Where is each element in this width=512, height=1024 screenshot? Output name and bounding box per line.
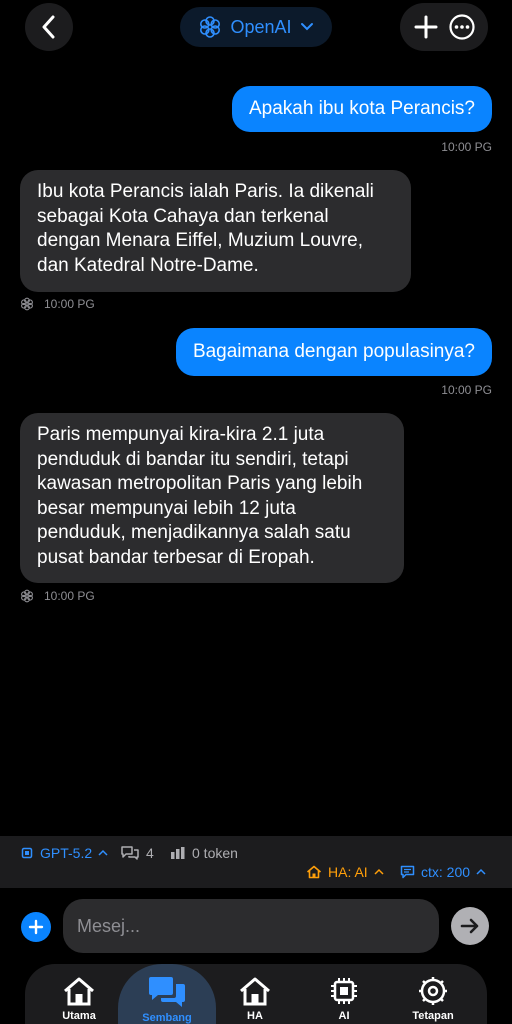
chat-bubbles-icon: [121, 846, 139, 860]
chevron-up-icon: [374, 868, 384, 875]
send-button[interactable]: [451, 907, 489, 945]
message-text: Apakah ibu kota Perancis?: [248, 97, 475, 119]
tab-bar: Utama Sembang HA AI Tetapan: [25, 964, 487, 1024]
openai-logo-icon: [21, 589, 33, 603]
chevron-down-icon: [300, 23, 313, 31]
chip-icon: [331, 978, 357, 1004]
message-line: dengan Menara Eiffel, Muzium Louvre,: [37, 230, 363, 251]
openai-logo-icon: [21, 297, 33, 311]
token-count: 0 token: [170, 845, 238, 861]
arrow-right-icon: [460, 918, 479, 934]
tab-utama[interactable]: Utama: [39, 964, 119, 1024]
chevron-up-icon: [98, 849, 108, 856]
message-line: sebagai Kota Cahaya dan terkenal: [37, 205, 329, 227]
message-line: besar mempunyai lebih 12 juta: [37, 497, 296, 519]
ctx-value: ctx: 200: [421, 864, 471, 880]
message-meta: 10:00 PG: [20, 297, 95, 311]
message-time: 10:00 PG: [44, 297, 95, 311]
tab-label: Tetapan: [412, 1010, 454, 1022]
context-status[interactable]: ctx: 200: [400, 864, 486, 880]
chat-count-value: 4: [146, 845, 154, 861]
message-input[interactable]: [63, 899, 439, 953]
plus-icon: [28, 919, 44, 935]
chevron-left-icon: [42, 15, 55, 39]
message-time: 10:00 PG: [441, 383, 492, 397]
tab-label: HA: [247, 1010, 263, 1022]
model-label: OpenAI: [230, 16, 292, 37]
tab-label: AI: [338, 1010, 350, 1022]
chat-bubbles-icon: [149, 977, 185, 1007]
message-line: Paris mempunyai kira-kira 2.1 juta: [37, 424, 325, 445]
message-line: kawasan metropolitan Paris yang lebih: [37, 473, 363, 494]
home-icon: [64, 977, 94, 1006]
chevron-up-icon: [476, 868, 486, 875]
message-meta: 10:00 PG: [20, 589, 95, 603]
gear-icon: [419, 977, 447, 1005]
tab-ai[interactable]: AI: [304, 964, 384, 1024]
new-chat-button[interactable]: [413, 14, 439, 40]
tab-label: Utama: [62, 1010, 96, 1022]
ha-status[interactable]: HA: AI: [306, 864, 384, 880]
token-value: 0 token: [192, 845, 238, 861]
top-bar: OpenAI: [0, 0, 512, 56]
model-status[interactable]: GPT-5.2: [20, 845, 108, 861]
tab-sembang[interactable]: Sembang: [118, 964, 216, 1024]
attach-button[interactable]: [21, 912, 51, 942]
message-square-icon: [400, 865, 415, 879]
action-group: [400, 3, 488, 51]
message-time: 10:00 PG: [441, 140, 492, 154]
assistant-message: Paris mempunyai kira-kira 2.1 juta pendu…: [20, 413, 404, 583]
back-button[interactable]: [25, 3, 73, 51]
model-name: GPT-5.2: [40, 845, 93, 861]
message-line: penduduk, menjadikannya salah satu: [37, 522, 351, 543]
status-bar: GPT-5.2 4 0 token HA: AI ctx: 200: [0, 836, 512, 888]
message-text: Bagaimana dengan populasinya?: [192, 340, 475, 362]
more-options-icon[interactable]: [448, 13, 476, 41]
tab-ha[interactable]: HA: [215, 964, 295, 1024]
user-message: Apakah ibu kota Perancis?: [231, 86, 492, 132]
home-icon: [240, 977, 270, 1006]
message-time: 10:00 PG: [44, 589, 95, 603]
home-icon: [306, 865, 322, 879]
message-line: dan Katedral Notre-Dame.: [37, 254, 259, 276]
user-message: Bagaimana dengan populasinya?: [175, 328, 492, 376]
message-line: penduduk di bandar itu sendiri, tetapi: [37, 448, 349, 470]
model-selector[interactable]: OpenAI: [180, 7, 332, 47]
openai-logo-icon: [200, 16, 221, 38]
assistant-message: Ibu kota Perancis ialah Paris. Ia dikena…: [20, 170, 411, 292]
message-line: pusat bandar terbesar di Eropah.: [37, 546, 315, 568]
tab-label: Sembang: [142, 1012, 192, 1024]
bar-chart-icon: [171, 847, 185, 859]
tab-tetapan[interactable]: Tetapan: [393, 964, 473, 1024]
chat-count: 4: [120, 845, 154, 861]
chip-icon: [21, 847, 33, 859]
ha-value: HA: AI: [328, 864, 368, 880]
message-line: Ibu kota Perancis ialah Paris. Ia dikena…: [37, 181, 374, 202]
